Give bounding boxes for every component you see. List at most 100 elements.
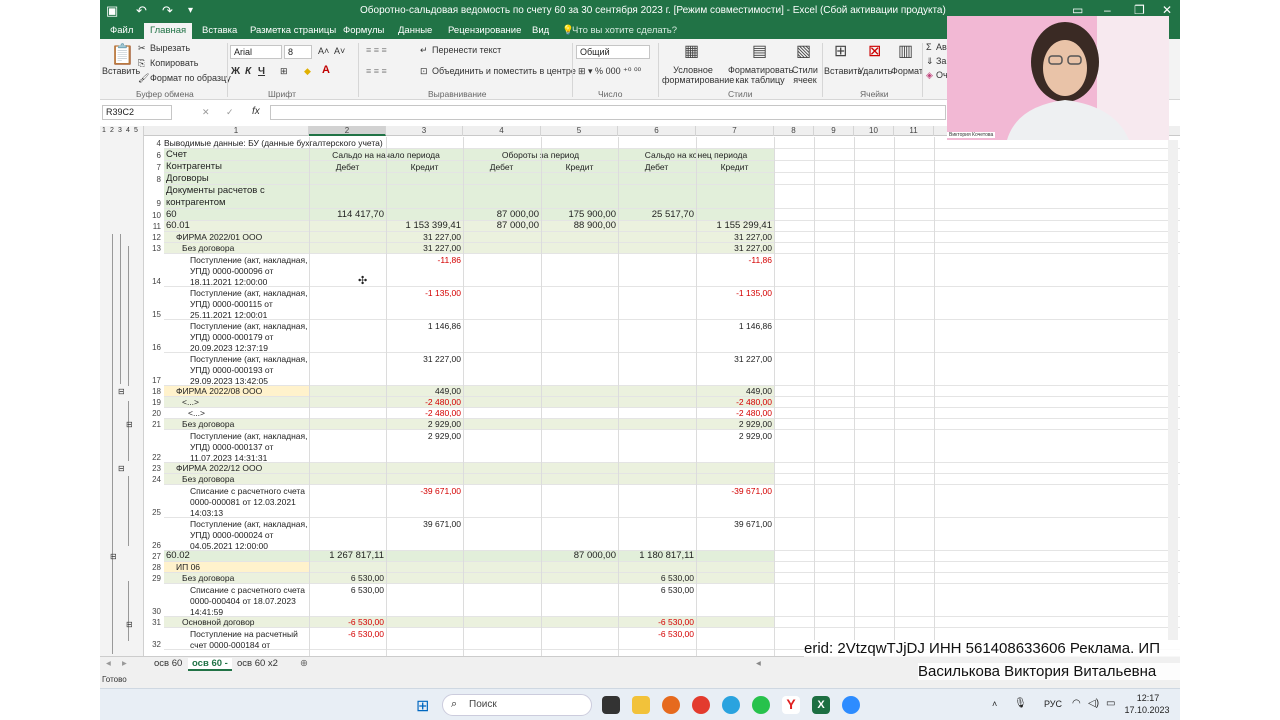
whatsapp-icon[interactable] <box>752 696 770 714</box>
row-number[interactable]: 8 <box>144 175 163 184</box>
paste-icon[interactable]: 📋 <box>110 42 135 67</box>
row-number[interactable]: 14 <box>144 277 163 286</box>
save-icon[interactable]: ▣ <box>106 3 118 19</box>
chrome-icon[interactable] <box>692 696 710 714</box>
minimize-icon[interactable]: – <box>1104 3 1111 17</box>
outline-collapse-icon[interactable]: ⊟ <box>118 387 125 396</box>
excel-taskbar-icon[interactable]: X <box>812 696 830 714</box>
row-number[interactable]: 15 <box>144 310 163 319</box>
file-explorer-icon[interactable] <box>632 696 650 714</box>
delete-cells-button[interactable]: Удалить <box>858 66 892 76</box>
microphone-icon[interactable]: 🎙 <box>1014 698 1027 709</box>
outline-collapse-icon[interactable]: ⊟ <box>126 420 133 429</box>
grow-font-icon[interactable]: A˄ <box>318 46 329 56</box>
row-number[interactable]: 11 <box>144 222 163 231</box>
outline-level-5[interactable]: 5 <box>134 127 138 134</box>
cell-l1[interactable]: Поступление (акт, накладная, <box>190 431 310 442</box>
cell-l2[interactable]: УПД) 0000-000115 от <box>190 299 310 310</box>
font-size-box[interactable]: 8 <box>284 45 312 59</box>
number-format-box[interactable]: Общий <box>576 45 650 59</box>
cell-c1[interactable]: ФИРМА 2022/12 ООО <box>176 463 316 474</box>
outline-collapse-icon[interactable]: ⊟ <box>118 464 125 473</box>
row-number[interactable]: 30 <box>144 607 163 616</box>
column-header[interactable]: 8 <box>774 126 814 136</box>
tab-view[interactable]: Вид <box>532 25 549 36</box>
cell-c6[interactable]: 6 530,00 <box>618 573 696 584</box>
row-number[interactable]: 19 <box>144 398 163 407</box>
row-number[interactable]: 29 <box>144 574 163 583</box>
tab-data[interactable]: Данные <box>398 25 432 36</box>
cell-c7[interactable]: 1 155 299,41 <box>696 221 774 232</box>
cell-c3[interactable]: 31 227,00 <box>386 232 463 243</box>
cell-c3[interactable]: -2 480,00 <box>386 397 463 408</box>
cell-c1[interactable]: Счет <box>166 150 306 161</box>
row-number[interactable]: 22 <box>144 453 163 462</box>
input-language[interactable]: РУС <box>1044 699 1062 709</box>
cell-c2[interactable]: -6 530,00 <box>309 617 386 628</box>
row-number[interactable]: 23 <box>144 464 163 473</box>
tab-review[interactable]: Рецензирование <box>448 25 521 36</box>
cancel-entry-icon[interactable]: ✕ <box>202 107 210 118</box>
currency-icon[interactable]: ⊞ ▾ % 000 ⁺⁰ ⁰⁰ <box>578 66 641 77</box>
wrap-text-button[interactable]: Перенести текст <box>432 45 501 55</box>
column-header[interactable]: 7 <box>696 126 774 136</box>
font-color-icon[interactable]: A <box>322 64 330 76</box>
cell-c4[interactable]: 87 000,00 <box>463 210 541 221</box>
yandex-browser-icon[interactable]: Y <box>782 696 800 714</box>
cell-c7[interactable]: Кредит <box>696 162 773 173</box>
cell-c7[interactable]: -11,86 <box>696 255 774 266</box>
row-number[interactable]: 17 <box>144 376 163 385</box>
paste-button[interactable]: Вставить <box>102 66 140 76</box>
column-header[interactable]: 3 <box>386 126 463 136</box>
cell-c7[interactable]: -1 135,00 <box>696 288 774 299</box>
row-number[interactable]: 9 <box>144 199 163 208</box>
cell-l1[interactable]: Поступление (акт, накладная, <box>190 321 310 332</box>
add-sheet-icon[interactable]: ⊕ <box>300 658 308 669</box>
worksheet-grid[interactable]: 1 2 3 4 5 ⊟ ⊟ ⊟ ⊟ ⊟ 1 2 3 4 5 6 7 8 9 10 11 4 Вывод… <box>100 126 1180 656</box>
column-header[interactable]: 5 <box>541 126 618 136</box>
cell-c5[interactable]: 87 000,00 <box>541 551 618 562</box>
autosum-icon[interactable]: Σ <box>926 42 932 52</box>
cell-c3[interactable]: -1 135,00 <box>386 288 463 299</box>
scroll-sheets-left-icon[interactable]: ◂ <box>106 658 111 669</box>
scroll-sheets-right-icon[interactable]: ▸ <box>122 658 127 669</box>
name-box[interactable]: R39C2 <box>102 105 172 120</box>
cell-c3[interactable]: 2 929,00 <box>386 431 463 442</box>
align-left-icon[interactable]: ≡ ≡ ≡ <box>366 66 387 76</box>
redo-icon[interactable]: ↷ <box>162 3 173 19</box>
cell-l1[interactable]: Поступление на расчетный <box>190 629 310 640</box>
customize-qat-icon[interactable]: ▾ <box>188 5 193 16</box>
outline-collapse-icon[interactable]: ⊟ <box>110 552 117 561</box>
outline-level-1[interactable]: 1 <box>102 127 106 134</box>
close-icon[interactable]: ✕ <box>1162 3 1172 17</box>
sheet-tab-osv60-active[interactable]: осв 60 - <box>188 658 232 671</box>
cell-c6[interactable]: Дебет <box>618 162 695 173</box>
tab-file[interactable]: Файл <box>110 25 133 36</box>
row-number[interactable]: 26 <box>144 541 163 550</box>
undo-icon[interactable]: ↶ <box>136 3 147 19</box>
wifi-icon[interactable]: ◠ <box>1072 698 1081 709</box>
cell-c2[interactable]: -6 530,00 <box>309 629 386 640</box>
cell-l2[interactable]: УПД) 0000-000024 от <box>190 530 310 541</box>
cell-c2[interactable]: Дебет <box>309 162 386 173</box>
outline-collapse-icon[interactable]: ⊟ <box>126 620 133 629</box>
cell-styles-button[interactable]: Стили ячеек <box>790 65 820 85</box>
row-number[interactable]: 18 <box>144 387 163 396</box>
shrink-font-icon[interactable]: A˅ <box>334 46 345 56</box>
align-top-icon[interactable]: ≡ ≡ ≡ <box>366 45 387 55</box>
column-header[interactable]: 1 <box>164 126 309 136</box>
font-name-box[interactable]: Arial <box>230 45 282 59</box>
fill-color-icon[interactable]: ◆ <box>304 66 311 77</box>
cell-c3[interactable]: 39 671,00 <box>386 519 463 530</box>
row-number[interactable]: 12 <box>144 233 163 242</box>
cell-c1[interactable]: Выводимые данные: БУ (данные бухгалтерск… <box>164 138 464 149</box>
cell-c1[interactable]: 60 <box>166 210 306 221</box>
format-cells-button[interactable]: Формат <box>891 66 923 76</box>
insert-function-button[interactable]: fx <box>252 106 260 117</box>
autosum-button[interactable]: Ав <box>936 42 947 52</box>
conditional-format-button[interactable]: Условное форматирование <box>662 65 734 85</box>
cell-c6[interactable]: 25 517,70 <box>618 210 696 221</box>
cell-c7[interactable]: 39 671,00 <box>696 519 774 530</box>
cell-c5[interactable]: Кредит <box>541 162 618 173</box>
cell-c3[interactable]: 1 146,86 <box>386 321 463 332</box>
